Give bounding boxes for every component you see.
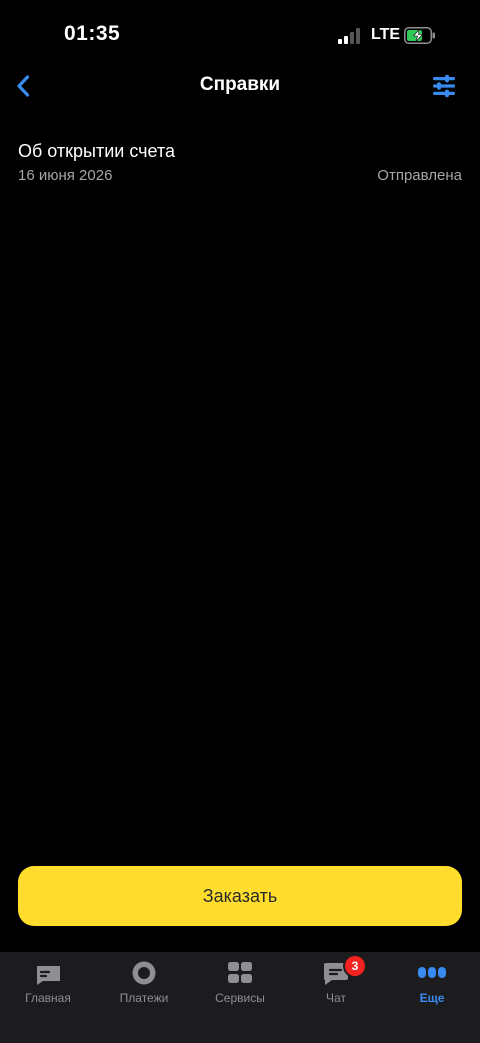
document-date: 16 июня 2026 [18,167,113,184]
tab-services[interactable]: Сервисы [192,952,288,1022]
cellular-signal-icon [338,28,364,44]
services-grid-icon [225,960,255,986]
document-title: Об открытии счета [18,141,175,161]
home-card-icon [33,960,63,986]
chat-unread-badge: 3 [345,956,365,976]
tab-label: Сервисы [215,991,265,1005]
tab-label: Еще [419,991,445,1005]
network-type: LTE [371,26,401,43]
tab-bar: Главная Платежи Сервисы 3 Чат Еще [0,952,480,1043]
battery-charging-icon [404,27,435,44]
document-list-item[interactable]: Об открытии счета 16 июня 2026 Отправлен… [0,128,480,194]
more-dots-icon [417,960,447,986]
chevron-left-icon [17,75,30,97]
page-title: Справки [199,74,281,95]
document-status: Отправлена [377,167,462,184]
back-button[interactable] [8,70,38,102]
tab-payments[interactable]: Платежи [96,952,192,1022]
tab-label: Чат [326,991,346,1005]
navigation-header: Справки [0,62,480,110]
filter-sliders-icon [433,74,455,98]
status-time: 01:35 [64,22,121,45]
payments-circle-icon [129,960,159,986]
tab-chat[interactable]: 3 Чат [288,952,384,1022]
tab-label: Платежи [119,991,169,1005]
tab-home[interactable]: Главная [0,952,96,1022]
filter-button[interactable] [428,74,462,98]
tab-label: Главная [25,991,71,1005]
tab-more[interactable]: Еще [384,952,480,1022]
order-button[interactable]: Заказать [18,866,462,926]
